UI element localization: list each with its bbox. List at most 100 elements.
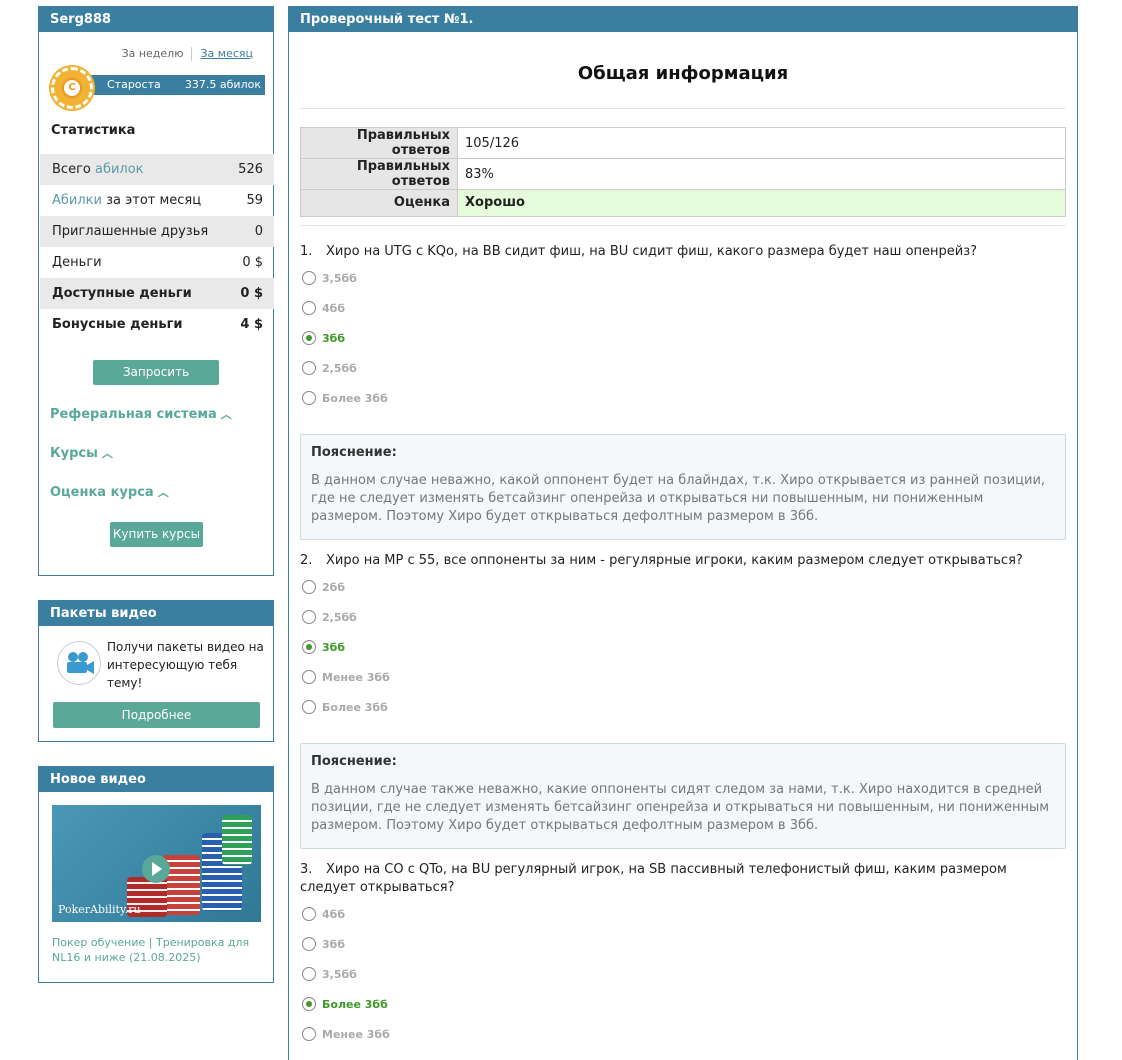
option-label: 3,5бб bbox=[322, 272, 357, 285]
abilki-link[interactable]: абилок bbox=[95, 162, 144, 177]
option-label: Менее 3бб bbox=[322, 1028, 390, 1041]
stat-label: Доступные деньги bbox=[52, 286, 192, 301]
stat-row: Абилки за этот месяц 59 bbox=[40, 185, 274, 216]
answer-option[interactable]: 2бб bbox=[302, 580, 345, 596]
option-label: 3бб bbox=[322, 641, 346, 654]
question-text: Хиро на MP с 55, все оппоненты за ним - … bbox=[326, 553, 1023, 568]
answer-option[interactable]: 3,5бб bbox=[302, 967, 357, 983]
answer-option[interactable]: 4бб bbox=[302, 907, 345, 923]
question-text: Хиро на CO с QTo, на BU регулярный игрок… bbox=[300, 862, 1007, 895]
answer-option[interactable]: Менее 3бб bbox=[302, 1027, 390, 1043]
answer-option-selected[interactable]: 3бб bbox=[302, 640, 345, 656]
option-label: Более 3бб bbox=[322, 392, 388, 405]
option-label: 2,5бб bbox=[322, 362, 357, 375]
radio-checked-icon[interactable] bbox=[302, 640, 316, 654]
option-label: 2,5бб bbox=[322, 611, 357, 624]
result-label: Правильных ответов bbox=[300, 158, 458, 190]
new-video-title: Новое видео bbox=[39, 767, 273, 792]
radio-icon[interactable] bbox=[302, 361, 316, 375]
stat-value: 4 $ bbox=[240, 317, 263, 332]
explanation-box: Пояснение: В данном случае неважно, како… bbox=[300, 434, 1066, 540]
answer-option-selected[interactable]: 3бб bbox=[302, 331, 345, 347]
referral-link[interactable]: Реферальная система ︿ bbox=[50, 406, 232, 422]
option-label: Более 3бб bbox=[322, 998, 388, 1011]
radio-icon[interactable] bbox=[302, 610, 316, 624]
stat-label: Деньги bbox=[52, 255, 102, 270]
stat-value: 0 $ bbox=[240, 286, 263, 301]
explanation-label: Пояснение: bbox=[311, 754, 397, 769]
video-thumbnail[interactable]: PokerAbility.ru bbox=[52, 805, 261, 922]
explanation-box: Пояснение: В данном случае также неважно… bbox=[300, 743, 1066, 849]
answer-option[interactable]: 2,5бб bbox=[302, 610, 357, 626]
stat-value: 526 bbox=[238, 162, 263, 177]
request-funds-button[interactable]: Запросить средства bbox=[93, 360, 219, 404]
radio-icon[interactable] bbox=[302, 271, 316, 285]
answer-option-selected[interactable]: Более 3бб bbox=[302, 997, 388, 1013]
test-header: Проверочный тест №1. bbox=[289, 7, 1077, 32]
radio-icon[interactable] bbox=[302, 700, 316, 714]
radio-checked-icon[interactable] bbox=[302, 331, 316, 345]
result-label: Оценка bbox=[300, 189, 458, 217]
stat-label: Бонусные деньги bbox=[52, 317, 183, 332]
buy-courses-button[interactable]: Купить курсы bbox=[110, 522, 203, 547]
answer-option[interactable]: 2,5бб bbox=[302, 361, 357, 377]
medal-letter: C bbox=[62, 78, 82, 98]
rank-name: Староста bbox=[107, 78, 161, 91]
answer-option[interactable]: Более 3бб bbox=[302, 700, 388, 716]
question-3: 3. Хиро на CO с QTo, на BU регулярный игр… bbox=[300, 861, 1066, 897]
answer-option[interactable]: Более 3бб bbox=[302, 391, 388, 407]
question-1: 1. Хиро на UTG с KQo, на BB сидит фиш, на… bbox=[300, 243, 1066, 261]
packs-title: Пакеты видео bbox=[39, 601, 273, 626]
answer-option[interactable]: 3,5бб bbox=[302, 271, 357, 287]
question-number: 3. bbox=[300, 862, 313, 877]
question-number: 1. bbox=[300, 244, 313, 259]
radio-icon[interactable] bbox=[302, 1027, 316, 1041]
more-details-button[interactable]: Подробнее bbox=[53, 702, 260, 728]
packs-text: Получи пакеты видео на интересующую тебя… bbox=[107, 640, 264, 690]
username: Serg888 bbox=[39, 7, 273, 32]
stat-row: Доступные деньги 0 $ bbox=[40, 278, 274, 309]
answer-option[interactable]: Менее 3бб bbox=[302, 670, 390, 686]
video-packs-panel: Пакеты видео Получи пакеты видео на инте… bbox=[38, 600, 274, 742]
divider bbox=[191, 47, 193, 61]
chevron-up-icon: ︿ bbox=[220, 408, 232, 421]
result-value: 105/126 bbox=[457, 127, 1066, 159]
test-panel: Проверочный тест №1. Общая информация Пр… bbox=[288, 6, 1078, 1060]
stat-row: Деньги 0 $ bbox=[40, 247, 274, 278]
stat-row: Приглашенные друзья 0 bbox=[40, 216, 274, 247]
abilki-link[interactable]: Абилки bbox=[52, 193, 102, 208]
table-row: Правильных ответов 105/126 bbox=[300, 127, 1066, 159]
option-label: 3бб bbox=[322, 332, 346, 345]
period-week-link[interactable]: За неделю bbox=[122, 47, 184, 60]
medal-icon: C bbox=[51, 67, 93, 109]
period-switch: За неделю За месяц bbox=[122, 47, 253, 61]
course-rating-link[interactable]: Оценка курса ︿ bbox=[50, 484, 169, 500]
option-label: 2бб bbox=[322, 581, 346, 594]
radio-checked-icon[interactable] bbox=[302, 997, 316, 1011]
stat-row: Всего абилок 526 bbox=[40, 154, 274, 185]
courses-label: Курсы bbox=[50, 446, 98, 461]
radio-icon[interactable] bbox=[302, 580, 316, 594]
radio-icon[interactable] bbox=[302, 391, 316, 405]
explanation-label: Пояснение: bbox=[311, 445, 397, 460]
explanation-text: В данном случае также неважно, какие опп… bbox=[311, 782, 1050, 833]
radio-icon[interactable] bbox=[302, 301, 316, 315]
radio-icon[interactable] bbox=[302, 670, 316, 684]
stat-value: 59 bbox=[246, 193, 263, 208]
courses-link[interactable]: Курсы ︿ bbox=[50, 445, 113, 461]
answer-option[interactable]: 3бб bbox=[302, 937, 345, 953]
video-title-link[interactable]: Покер обучение | Тренировка для NL16 и н… bbox=[52, 935, 262, 965]
answer-option[interactable]: 4бб bbox=[302, 301, 345, 317]
play-icon[interactable] bbox=[142, 855, 170, 883]
radio-icon[interactable] bbox=[302, 967, 316, 981]
result-label: Правильных ответов bbox=[300, 127, 458, 159]
radio-icon[interactable] bbox=[302, 907, 316, 921]
radio-icon[interactable] bbox=[302, 937, 316, 951]
stat-label: Всего bbox=[52, 162, 95, 177]
option-label: 4бб bbox=[322, 302, 346, 315]
stats-title: Статистика bbox=[51, 123, 136, 138]
rank-bar: Староста 337.5 абилок bbox=[91, 75, 265, 95]
explanation-text: В данном случае неважно, какой оппонент … bbox=[311, 473, 1046, 524]
period-month-link[interactable]: За месяц bbox=[200, 47, 253, 60]
stat-label: Приглашенные друзья bbox=[52, 224, 209, 239]
